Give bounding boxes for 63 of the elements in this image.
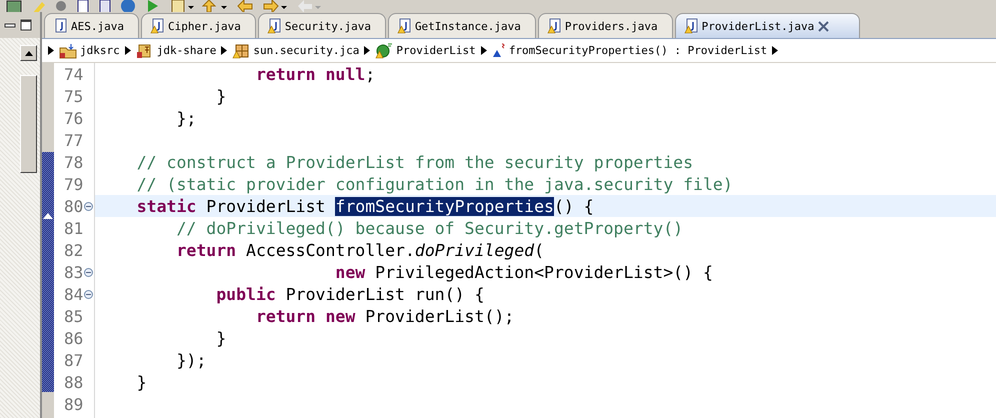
line-number: 80 [64,196,84,216]
back-icon[interactable] [236,0,254,12]
collapse-icon[interactable] [84,202,94,210]
code-line: } [215,86,226,106]
project-folder-icon [59,42,77,58]
arrow-up-icon [24,50,32,56]
collapse-icon[interactable] [84,268,94,276]
editor-tab[interactable]: Cipher.java [140,13,256,38]
breadcrumb-item[interactable]: sun.security.jca [253,44,360,57]
close-icon[interactable] [818,20,830,32]
code-line: return new ProviderList(); [254,306,514,326]
code-line: // (static provider configuration in the java.security file) [136,174,733,194]
forward-icon[interactable] [262,0,288,12]
code-line: return AccessController.doPrivileged( [175,240,544,260]
code-line: } [136,372,147,392]
line-number: 87 [64,350,84,370]
chevron-icon [124,46,131,55]
line-number: 76 [64,108,84,128]
line-number: 82 [64,240,84,260]
code-line: new PrivilegedAction<ProviderList>() { [334,262,713,282]
globe-icon[interactable] [120,0,136,12]
package-icon [232,42,250,58]
code-line: } [215,328,226,348]
chevron-icon [364,46,370,55]
maximize-icon[interactable] [20,19,32,31]
line-number: 77 [64,130,84,150]
chevron-icon [772,46,778,55]
method-icon [492,42,506,58]
chevron-icon [480,46,487,55]
collapse-icon[interactable] [84,290,94,298]
code-line: static ProviderList fromSecurityProperties() { [136,196,594,216]
arrow-up-icon[interactable] [202,0,228,12]
breadcrumb-item[interactable]: fromSecurityProperties() : ProviderList [508,44,768,57]
code-line: }; [175,108,196,128]
line-number: 88 [64,372,84,392]
line-number: 83 [64,262,84,282]
class-icon [375,42,394,58]
chevron-icon [48,46,54,55]
line-number: 81 [64,218,84,238]
code-line: }); [175,350,206,370]
breadcrumb-item[interactable]: jdk-share [156,44,216,57]
editor-tab[interactable]: Providers.java [538,13,673,38]
line-number: 84 [64,284,84,304]
editor-tab[interactable]: ProviderList.java [674,13,860,38]
line-number: 75 [64,86,84,106]
editor-tab[interactable]: Security.java [258,13,386,38]
line-number: 79 [64,174,84,194]
code-line: public ProviderList run() { [215,284,484,304]
code-line: return null; [254,64,376,84]
breadcrumb-item[interactable]: jdksrc [80,44,120,57]
breadcrumb-item[interactable]: ProviderList [396,44,476,57]
line-number: 74 [64,64,84,84]
line-number: 86 [64,328,84,348]
line-number: 78 [64,152,84,172]
line-number: 89 [64,394,84,414]
chevron-icon [221,46,228,55]
scrollbar-thumb[interactable] [20,75,37,173]
scroll-up-button[interactable] [20,45,37,61]
editor-tab[interactable]: AES.java [44,13,139,38]
code-line: // doPrivileged() because of Security.getProperty() [175,218,684,238]
editor-tab[interactable]: GetInstance.java [388,13,536,38]
code-line: // construct a ProviderList from the security properties [136,152,694,172]
line-number: 85 [64,306,84,326]
